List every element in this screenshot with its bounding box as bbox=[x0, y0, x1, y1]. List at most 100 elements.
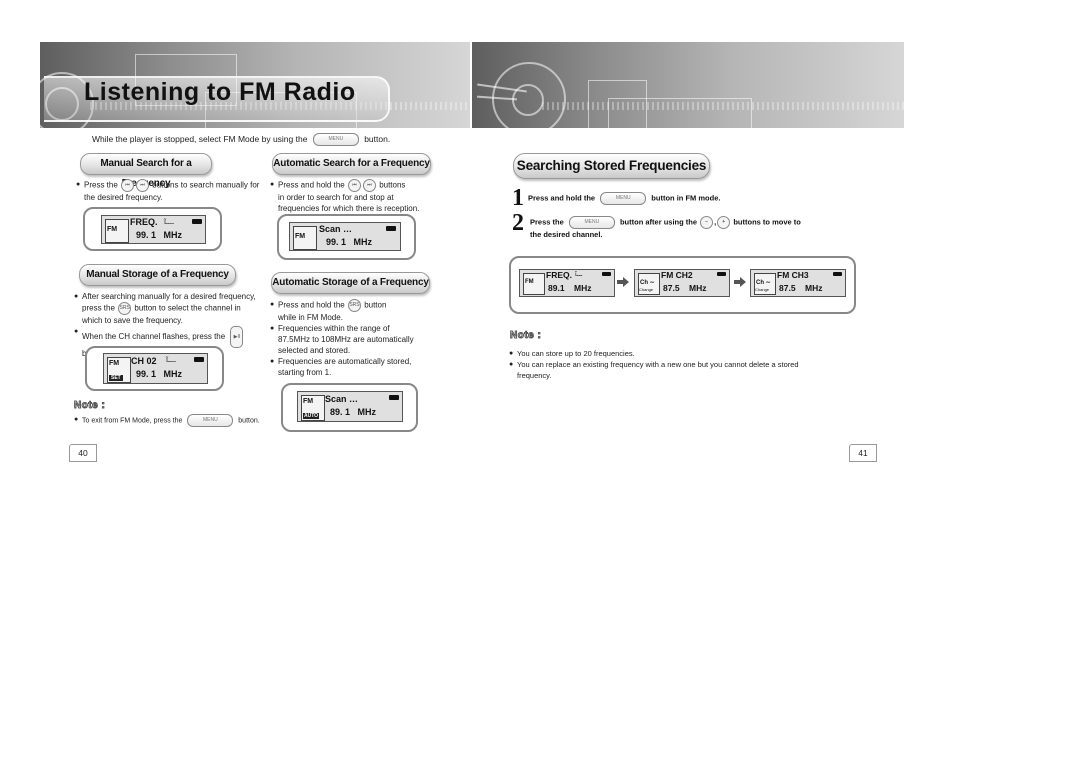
text: button after using the bbox=[619, 217, 698, 227]
bullet: Press and hold the SRS button while in F… bbox=[270, 299, 440, 323]
bullet: After searching manually for a desired f… bbox=[74, 291, 274, 326]
lcd-display-ch2: Ch ∼ Change FM CH2 87.5 MHz bbox=[634, 269, 730, 297]
text: Press the bbox=[84, 180, 118, 190]
automatic-search-heading: Automatic Search for a Frequency bbox=[272, 153, 431, 175]
bullet: Press and hold the ⏮⏭ buttons in order t… bbox=[270, 179, 440, 214]
text: Press the bbox=[530, 217, 564, 227]
text: After searching manually for a desired f… bbox=[82, 292, 256, 301]
signal-icon: ĩ......... bbox=[575, 272, 583, 278]
intro-text: While the player is stopped, select FM M… bbox=[92, 133, 390, 146]
auto-tag: AUTO bbox=[303, 413, 320, 419]
lcd-line1: FM CH2 bbox=[661, 270, 693, 280]
lcd-line1: FREQ. bbox=[130, 217, 158, 227]
note-text: To exit from FM Mode, press the MENU but… bbox=[74, 414, 260, 427]
note-text: You can store up to 20 frequencies. You … bbox=[509, 348, 849, 381]
text: buttons bbox=[379, 180, 406, 190]
step2-text: Press the MENU button after using the −,… bbox=[530, 216, 801, 239]
signal-icon: ĩ......... bbox=[164, 219, 175, 226]
text: buttons to search manually for bbox=[152, 180, 260, 190]
text: When the CH channel flashes, press the bbox=[82, 332, 226, 342]
right-banner bbox=[472, 42, 904, 128]
channel-change-icon: Ch ∼ Change bbox=[754, 273, 776, 295]
fm-label: FM bbox=[295, 233, 306, 240]
battery-icon bbox=[194, 357, 204, 362]
menu-button-icon: MENU bbox=[312, 133, 359, 146]
text: which to save the frequency. bbox=[82, 316, 183, 325]
text: while in FM Mode. bbox=[278, 313, 343, 322]
bullet: Frequencies within the range of 87.5MHz … bbox=[270, 323, 440, 356]
text: the desired frequency. bbox=[84, 193, 163, 202]
change-label: Change bbox=[755, 287, 770, 292]
manual-storage-heading: Manual Storage of a Frequency bbox=[79, 264, 236, 286]
page-title: Listening to FM Radio bbox=[84, 78, 356, 106]
minus-button-icon: − bbox=[700, 216, 714, 229]
srs-button-icon: SRS bbox=[347, 299, 361, 312]
play-pause-button-icon: ▶II bbox=[230, 326, 244, 348]
arrow-right-icon bbox=[617, 275, 629, 293]
manual-search-heading: Manual Search for a Frequency bbox=[80, 153, 212, 189]
menu-button-icon: MENU bbox=[187, 414, 234, 427]
signal-icon: ĩ......... bbox=[166, 357, 177, 364]
text: in order to search for and stop at bbox=[278, 193, 394, 202]
lcd-line1: Scan … bbox=[325, 394, 359, 404]
fm-label: FM bbox=[109, 360, 120, 367]
lcd-line2: 99. 1 MHz bbox=[326, 237, 373, 247]
text: button to select the channel in bbox=[134, 303, 241, 313]
fm-icon: FM bbox=[105, 219, 129, 243]
channel-change-icon: Ch ∼ Change bbox=[638, 273, 660, 295]
battery-icon bbox=[833, 272, 842, 276]
fm-label: FM bbox=[525, 279, 534, 285]
fm-label: FM bbox=[107, 226, 118, 233]
ch-label: Ch ∼ bbox=[640, 280, 655, 286]
fm-icon: FM SET bbox=[107, 357, 131, 383]
lcd-line2: 89.1 MHz bbox=[548, 283, 592, 293]
text: To exit from FM Mode, press the bbox=[82, 417, 183, 425]
automatic-storage-text: Press and hold the SRS button while in F… bbox=[270, 299, 440, 378]
text: button bbox=[364, 300, 387, 310]
lcd-line1: Scan … bbox=[319, 224, 353, 234]
text: press the bbox=[82, 303, 115, 313]
intro-before: While the player is stopped, select FM M… bbox=[92, 133, 308, 144]
lcd-line2: 87.5 MHz bbox=[663, 283, 707, 293]
fm-icon: FM bbox=[293, 226, 317, 250]
lcd-line1: FM CH3 bbox=[777, 270, 809, 280]
text: Frequencies within the range of bbox=[278, 324, 390, 333]
lcd-display-channel: FM SET CH 02 ĩ......... 99. 1 MHz bbox=[103, 353, 208, 384]
lcd-line2: 87.5 MHz bbox=[779, 283, 823, 293]
bullet-continuation: frequency. bbox=[517, 371, 552, 380]
bullet: You can replace an existing frequency wi… bbox=[509, 359, 849, 370]
step-number: 1 bbox=[512, 185, 524, 211]
text: starting from 1. bbox=[278, 368, 332, 377]
prev-button-icon: ⏮ bbox=[347, 179, 361, 192]
fm-icon: FM AUTO bbox=[301, 395, 325, 421]
text: Press and hold the bbox=[278, 180, 345, 190]
text: 87.5MHz to 108MHz are automatically bbox=[278, 335, 414, 344]
manual-search-text: Press the ⏮⏭ buttons to search manually … bbox=[76, 179, 276, 203]
lcd-line1: CH 02 bbox=[131, 356, 157, 366]
note-title: Note : bbox=[73, 400, 106, 412]
battery-icon bbox=[717, 272, 726, 276]
text: buttons to move to bbox=[733, 217, 801, 227]
lcd-line1: FREQ. bbox=[546, 270, 572, 280]
battery-icon bbox=[389, 395, 399, 400]
plus-button-icon: + bbox=[717, 216, 731, 229]
lcd-line2: 99. 1 MHz bbox=[136, 230, 183, 240]
text: frequencies for which there is reception… bbox=[278, 204, 420, 213]
change-label: Change bbox=[639, 287, 654, 292]
page-number: 40 bbox=[69, 444, 97, 462]
automatic-search-text: Press and hold the ⏮⏭ buttons in order t… bbox=[270, 179, 440, 214]
step1-text: Press and hold the MENU button in FM mod… bbox=[528, 192, 720, 205]
lcd-display-freq: FM FREQ. ĩ......... 99. 1 MHz bbox=[101, 215, 206, 244]
battery-icon bbox=[602, 272, 611, 276]
text: button. bbox=[238, 417, 260, 425]
text: button in FM mode. bbox=[651, 193, 721, 203]
lcd-display-auto: FM AUTO Scan … 89. 1 MHz bbox=[297, 391, 403, 422]
set-tag: SET bbox=[109, 375, 123, 381]
searching-stored-heading: Searching Stored Frequencies bbox=[513, 153, 710, 179]
next-button-icon: ⏭ bbox=[362, 179, 376, 192]
battery-icon bbox=[386, 226, 396, 231]
bullet: To exit from FM Mode, press the MENU but… bbox=[74, 414, 260, 427]
fm-icon: FM bbox=[523, 273, 545, 295]
page-number: 41 bbox=[849, 444, 877, 462]
lcd-line2: 99. 1 MHz bbox=[136, 369, 183, 379]
